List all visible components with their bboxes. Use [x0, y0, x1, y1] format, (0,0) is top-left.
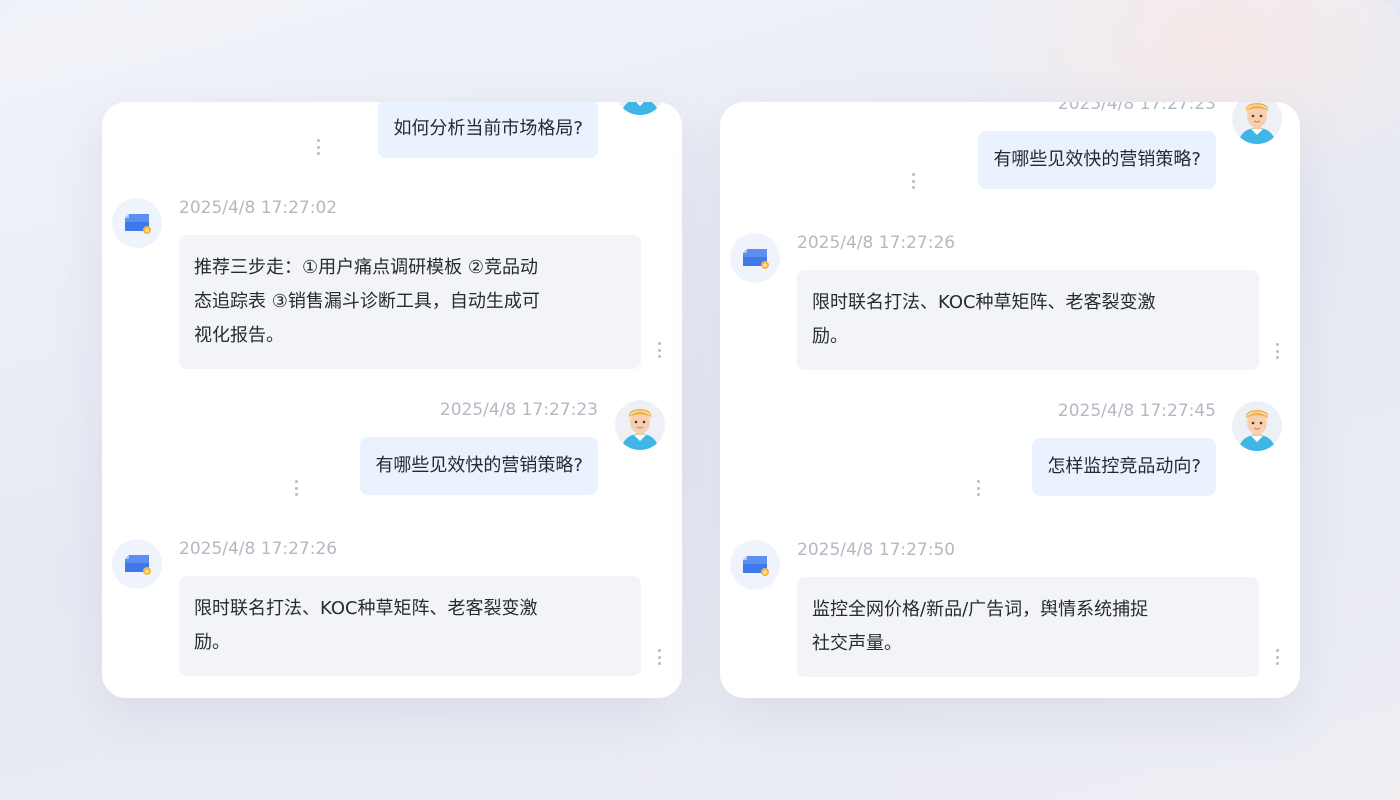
user-message-bubble: 怎样监控竞品动向?: [1032, 438, 1216, 496]
user-message-text: 有哪些见效快的营销策略?: [993, 149, 1201, 170]
bot-message-line: 励。: [812, 326, 848, 347]
bot-message-bubble: 推荐三步走：①用户痛点调研模板 ②竞品动 态追踪表 ③销售漏斗诊断工具，自动生成…: [179, 235, 641, 369]
bot-message-line: 社交声量。: [812, 633, 902, 654]
user-message-bubble: 有哪些见效快的营销策略?: [978, 131, 1216, 189]
more-vertical-icon[interactable]: [657, 649, 661, 665]
message-timestamp: 2025/4/8 17:27:23: [1057, 102, 1216, 114]
bot-message-bubble: 限时联名打法、KOC种草矩阵、老客裂变激 励。: [179, 576, 641, 676]
bot-message-line: 推荐三步走：①用户痛点调研模板 ②竞品动: [194, 257, 538, 278]
message-timestamp: 2025/4/8 17:27:45: [1057, 401, 1216, 421]
user-message-text: 有哪些见效快的营销策略?: [375, 455, 583, 476]
bot-message-bubble: 限时联名打法、KOC种草矩阵、老客裂变激 励。: [797, 270, 1259, 370]
user-message-text: 如何分析当前市场格局?: [393, 118, 583, 139]
bot-message-line: 视化报告。: [194, 325, 284, 346]
more-vertical-icon[interactable]: [976, 480, 980, 496]
user-avatar-icon: [615, 102, 665, 115]
message-timestamp: 2025/4/8 17:27:26: [797, 233, 956, 253]
message-timestamp: 2025/4/8 17:27:50: [797, 540, 956, 560]
bot-message-bubble: 监控全网价格/新品/广告词，舆情系统捕捉 社交声量。: [797, 577, 1259, 677]
message-timestamp: 2025/4/8 17:27:02: [179, 198, 338, 218]
bot-avatar-icon: [112, 198, 162, 248]
bot-message-line: 态追踪表 ③销售漏斗诊断工具，自动生成可: [194, 291, 540, 312]
user-avatar-icon: [1232, 401, 1282, 451]
more-vertical-icon[interactable]: [294, 480, 298, 496]
more-vertical-icon[interactable]: [911, 173, 915, 189]
more-vertical-icon[interactable]: [1275, 343, 1279, 359]
user-avatar-icon: [615, 400, 665, 450]
bot-message-line: 限时联名打法、KOC种草矩阵、老客裂变激: [812, 292, 1156, 313]
more-vertical-icon[interactable]: [1275, 649, 1279, 665]
chat-panel-right: 2025/4/8 17:27:23 有哪些见效快的营销策略? 2025/4/8 …: [720, 102, 1300, 698]
bot-avatar-icon: [112, 539, 162, 589]
user-message-text: 怎样监控竞品动向?: [1047, 456, 1201, 477]
bot-message-line: 监控全网价格/新品/广告词，舆情系统捕捉: [812, 599, 1149, 620]
bot-avatar-icon: [730, 233, 780, 283]
user-message-bubble: 如何分析当前市场格局?: [378, 102, 598, 158]
message-timestamp: 2025/4/8 17:27:23: [439, 400, 598, 420]
bot-message-line: 限时联名打法、KOC种草矩阵、老客裂变激: [194, 598, 538, 619]
bot-avatar-icon: [730, 540, 780, 590]
user-message-bubble: 有哪些见效快的营销策略?: [360, 437, 598, 495]
more-vertical-icon[interactable]: [316, 139, 320, 155]
bot-message-line: 励。: [194, 632, 230, 653]
chat-panel-left: 如何分析当前市场格局? 2025/4/8 17:27:02 推荐三步走：①用户痛…: [102, 102, 682, 698]
message-timestamp: 2025/4/8 17:27:26: [179, 539, 338, 559]
user-avatar-icon: [1232, 102, 1282, 144]
more-vertical-icon[interactable]: [657, 342, 661, 358]
